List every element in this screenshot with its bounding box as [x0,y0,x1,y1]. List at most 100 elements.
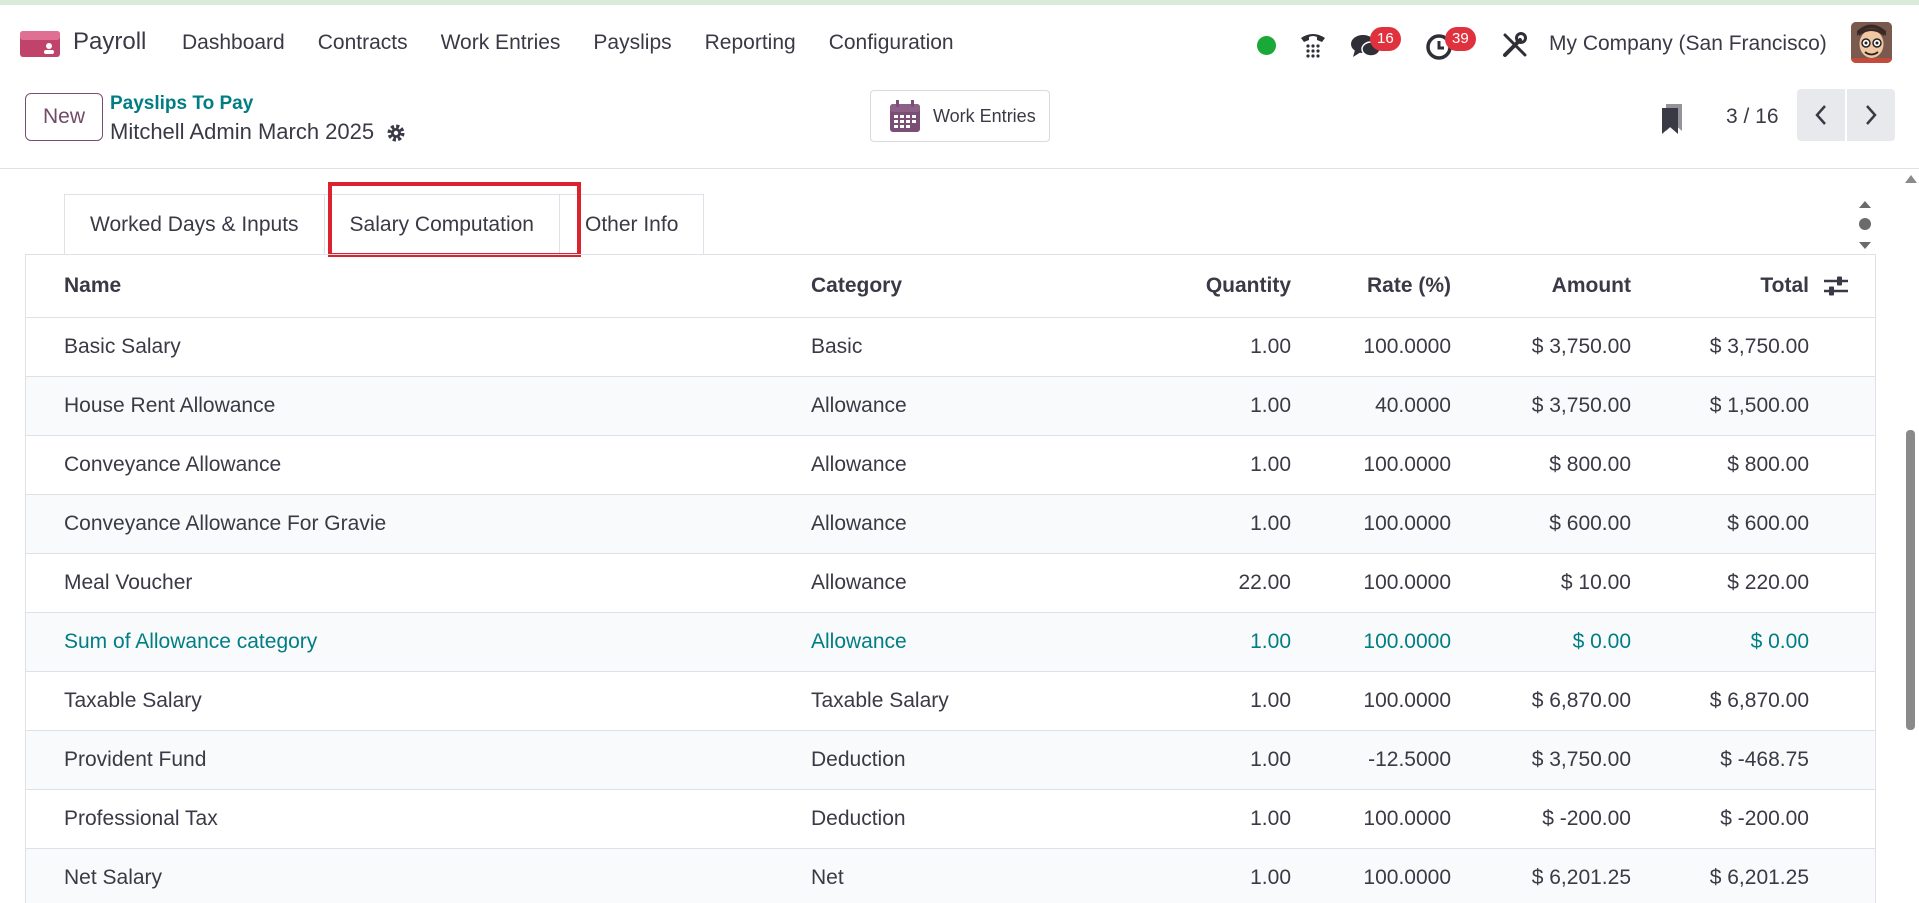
menu-contracts[interactable]: Contracts [318,31,408,55]
menu-payslips[interactable]: Payslips [593,31,671,55]
phone-icon[interactable] [1298,29,1328,59]
cell-rate: 40.0000 [1291,376,1451,436]
table-row[interactable]: Basic Salary Basic 1.00 100.0000 $ 3,750.00 $… [26,317,1875,377]
pager-previous-button[interactable] [1797,89,1845,141]
calendar-icon [890,100,920,132]
column-settings-icon[interactable] [1823,275,1849,297]
page-scrollbar-thumb[interactable] [1906,430,1915,730]
cell-total: $ -468.75 [1631,730,1809,790]
chat-badge: 16 [1370,27,1401,51]
table-row[interactable]: Meal Voucher Allowance 22.00 100.0000 $ 10.0… [26,553,1875,613]
table-row[interactable]: Conveyance Allowance For Gravie Allowance… [26,494,1875,554]
cell-rate: 100.0000 [1291,317,1451,377]
pager-buttons [1797,89,1895,141]
cell-amount: $ 3,750.00 [1451,730,1631,790]
breadcrumb-payslips-to-pay[interactable]: Payslips To Pay [110,93,253,115]
cell-total: $ 600.00 [1631,494,1809,554]
cell-quantity: 1.00 [1111,317,1291,377]
cell-category: Allowance [811,494,1111,554]
cell-spacer [1809,494,1875,554]
cell-category: Net [811,848,1111,903]
cell-name: Sum of Allowance category [26,612,811,672]
header-name[interactable]: Name [26,255,811,318]
table-row[interactable]: Net Salary Net 1.00 100.0000 $ 6,201.25 $ 6,2… [26,848,1875,903]
user-avatar[interactable] [1851,22,1892,63]
cell-amount: $ 0.00 [1451,612,1631,672]
cell-quantity: 1.00 [1111,435,1291,495]
cell-amount: $ 3,750.00 [1451,317,1631,377]
cell-quantity: 1.00 [1111,671,1291,731]
menu-work-entries[interactable]: Work Entries [441,31,561,55]
pager-next-button[interactable] [1847,89,1895,141]
cell-spacer [1809,671,1875,731]
header-total[interactable]: Total [1631,255,1809,318]
tab-other-info[interactable]: Other Info [558,194,705,255]
table-row[interactable]: Conveyance Allowance Allowance 1.00 100.000… [26,435,1875,495]
inner-scroll-indicator-icon[interactable] [1856,198,1874,252]
cell-spacer [1809,789,1875,849]
gear-icon[interactable] [385,122,407,144]
cell-total: $ 0.00 [1631,612,1809,672]
menu-configuration[interactable]: Configuration [829,31,954,55]
cell-quantity: 1.00 [1111,612,1291,672]
table-row[interactable]: House Rent Allowance Allowance 1.00 40.0000… [26,376,1875,436]
header-rate[interactable]: Rate (%) [1291,255,1451,318]
cell-name: Provident Fund [26,730,811,790]
cell-quantity: 1.00 [1111,848,1291,903]
table-row[interactable]: Sum of Allowance category Allowance 1.00 10… [26,612,1875,672]
tab-worked-days-inputs[interactable]: Worked Days & Inputs [64,194,325,255]
cell-spacer [1809,435,1875,495]
cell-name: Professional Tax [26,789,811,849]
pager-value[interactable]: 3 / 16 [1726,105,1779,129]
presence-status-icon[interactable] [1257,36,1276,55]
cell-amount: $ 6,870.00 [1451,671,1631,731]
cell-spacer [1809,612,1875,672]
cell-rate: 100.0000 [1291,789,1451,849]
cell-amount: $ 10.00 [1451,553,1631,613]
payroll-app-icon[interactable] [20,29,60,59]
cell-rate: 100.0000 [1291,671,1451,731]
cell-spacer [1809,730,1875,790]
company-switcher[interactable]: My Company (San Francisco) [1549,32,1827,56]
debug-tools-icon[interactable] [1500,30,1530,60]
table-row[interactable]: Provident Fund Deduction 1.00 -12.5000 $ 3,7… [26,730,1875,790]
bookmark-icon[interactable] [1660,103,1684,135]
cell-total: $ 3,750.00 [1631,317,1809,377]
header-amount[interactable]: Amount [1451,255,1631,318]
table-row[interactable]: Professional Tax Deduction 1.00 100.0000 $ -… [26,789,1875,849]
cell-name: Taxable Salary [26,671,811,731]
table-header-row: Name Category Quantity Rate (%) Amount T… [26,255,1875,318]
new-button[interactable]: New [25,93,103,141]
cell-name: Meal Voucher [26,553,811,613]
menu-dashboard[interactable]: Dashboard [182,31,285,55]
header-category[interactable]: Category [811,255,1111,318]
cell-spacer [1809,553,1875,613]
scroll-up-arrow-icon[interactable] [1905,175,1917,183]
cell-spacer [1809,376,1875,436]
cell-amount: $ 800.00 [1451,435,1631,495]
work-entries-smart-button[interactable]: Work Entries [870,90,1050,142]
cell-category: Allowance [811,376,1111,436]
cell-category: Deduction [811,730,1111,790]
app-name[interactable]: Payroll [73,28,146,56]
chevron-right-icon [1866,105,1877,125]
cell-total: $ 6,870.00 [1631,671,1809,731]
cell-amount: $ -200.00 [1451,789,1631,849]
cell-name: Basic Salary [26,317,811,377]
cell-rate: 100.0000 [1291,494,1451,554]
cell-name: Conveyance Allowance [26,435,811,495]
table-row[interactable]: Taxable Salary Taxable Salary 1.00 100.0000… [26,671,1875,731]
tab-salary-computation[interactable]: Salary Computation [323,194,560,255]
header-optional-columns[interactable] [1809,255,1875,318]
menu-reporting[interactable]: Reporting [705,31,796,55]
cell-rate: 100.0000 [1291,848,1451,903]
cell-total: $ 1,500.00 [1631,376,1809,436]
cell-category: Allowance [811,612,1111,672]
cell-name: House Rent Allowance [26,376,811,436]
cell-category: Allowance [811,553,1111,613]
cell-name: Conveyance Allowance For Gravie [26,494,811,554]
salary-computation-table: Name Category Quantity Rate (%) Amount T… [25,254,1876,903]
cell-category: Basic [811,317,1111,377]
header-quantity[interactable]: Quantity [1111,255,1291,318]
main-navbar: Payroll Dashboard Contracts Work Entries… [0,5,1919,81]
